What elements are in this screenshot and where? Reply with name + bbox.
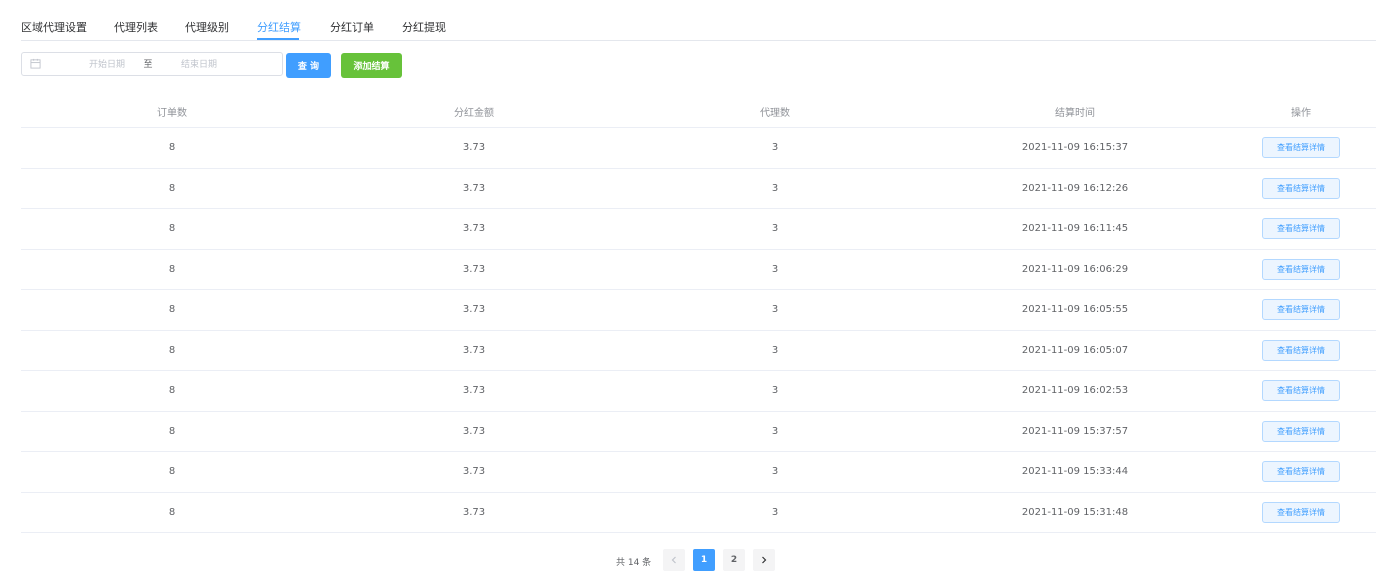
cell-agents: 3 (771, 223, 779, 234)
cell-agents: 3 (771, 344, 779, 356)
cell-agents: 3 (771, 304, 779, 315)
cell-orders: 8 (168, 142, 176, 153)
cell-time: 2021-11-09 16:12:26 (1021, 182, 1129, 194)
end-date-input[interactable]: 结束日期 (164, 57, 234, 70)
active-tab-indicator (257, 38, 299, 40)
cell-agents: 3 (771, 506, 779, 518)
pagination-next-button[interactable] (753, 549, 775, 571)
cell-amount: 3.73 (462, 344, 486, 356)
cell-orders: 8 (168, 223, 176, 234)
chevron-right-icon (762, 556, 767, 564)
table-body: 8 3.73 3 2021-11-09 16:15:37 查看结算详情 8 3.73 3 202… (21, 128, 1376, 533)
view-settlement-detail-button[interactable]: 查看结算详情 (1262, 420, 1340, 442)
table-row: 8 3.73 3 2021-11-09 15:31:48 查看结算详情 (21, 493, 1376, 533)
cell-orders: 8 (168, 182, 176, 194)
table-row: 8 3.73 3 2021-11-09 16:11:45 查看结算详情 (21, 209, 1376, 250)
cell-amount: 3.73 (462, 263, 486, 275)
tab-agent-list[interactable]: 代理列表 (114, 19, 158, 35)
cell-time: 2021-11-09 15:37:57 (1021, 425, 1129, 437)
cell-orders: 8 (168, 466, 176, 477)
table-row: 8 3.73 3 2021-11-09 15:37:57 查看结算详情 (21, 412, 1376, 452)
table-row: 8 3.73 3 2021-11-09 16:02:53 查看结算详情 (21, 371, 1376, 412)
view-settlement-detail-button[interactable]: 查看结算详情 (1262, 299, 1340, 320)
cell-agents: 3 (771, 142, 779, 153)
cell-amount: 3.73 (462, 506, 486, 518)
cell-amount: 3.73 (462, 304, 486, 315)
cell-orders: 8 (168, 263, 176, 275)
tab-region-agent-settings[interactable]: 区域代理设置 (21, 19, 87, 35)
cell-time: 2021-11-09 16:05:07 (1021, 344, 1129, 356)
table-row: 8 3.73 3 2021-11-09 16:12:26 查看结算详情 (21, 169, 1376, 209)
date-range-picker[interactable]: 开始日期 至 结束日期 (21, 52, 283, 76)
pagination-page-2[interactable]: 2 (723, 549, 745, 571)
cell-time: 2021-11-09 15:31:48 (1021, 506, 1129, 518)
cell-time: 2021-11-09 15:33:44 (1021, 466, 1129, 477)
view-settlement-detail-button[interactable]: 查看结算详情 (1262, 258, 1340, 280)
table-row: 8 3.73 3 2021-11-09 16:05:07 查看结算详情 (21, 331, 1376, 371)
cell-agents: 3 (771, 425, 779, 437)
pagination-prev-button[interactable] (663, 549, 685, 571)
tab-agent-level[interactable]: 代理级别 (185, 19, 229, 35)
view-settlement-detail-button[interactable]: 查看结算详情 (1262, 461, 1340, 482)
cell-time: 2021-11-09 16:15:37 (1021, 142, 1129, 153)
tab-dividend-withdrawal[interactable]: 分红提现 (402, 19, 446, 35)
cell-time: 2021-11-09 16:06:29 (1021, 263, 1129, 275)
cell-orders: 8 (168, 425, 176, 437)
view-settlement-detail-button[interactable]: 查看结算详情 (1262, 177, 1340, 199)
cell-amount: 3.73 (462, 182, 486, 194)
table-row: 8 3.73 3 2021-11-09 16:06:29 查看结算详情 (21, 250, 1376, 290)
cell-agents: 3 (771, 466, 779, 477)
add-settlement-button[interactable]: 添加结算 (341, 53, 402, 78)
view-settlement-detail-button[interactable]: 查看结算详情 (1262, 218, 1340, 239)
view-settlement-detail-button[interactable]: 查看结算详情 (1262, 501, 1340, 523)
column-header-agents: 代理数 (760, 108, 790, 119)
cell-amount: 3.73 (462, 142, 486, 153)
cell-time: 2021-11-09 16:11:45 (1021, 223, 1129, 234)
cell-orders: 8 (168, 344, 176, 356)
query-button[interactable]: 查 询 (286, 53, 331, 78)
cell-time: 2021-11-09 16:02:53 (1021, 385, 1129, 396)
chevron-left-icon (671, 556, 676, 564)
settlement-table: 订单数 分红金额 代理数 结算时间 操作 8 3.73 3 2021-11-09 16… (21, 91, 1376, 533)
table-row: 8 3.73 3 2021-11-09 16:15:37 查看结算详情 (21, 128, 1376, 169)
cell-orders: 8 (168, 304, 176, 315)
cell-amount: 3.73 (462, 466, 486, 477)
column-header-actions: 操作 (1291, 108, 1311, 119)
table-header: 订单数 分红金额 代理数 结算时间 操作 (21, 91, 1376, 128)
pagination-page-1[interactable]: 1 (693, 549, 715, 571)
view-settlement-detail-button[interactable]: 查看结算详情 (1262, 380, 1340, 401)
tab-dividend-settlement[interactable]: 分红结算 (257, 19, 301, 35)
view-settlement-detail-button[interactable]: 查看结算详情 (1262, 137, 1340, 158)
date-separator: 至 (143, 60, 153, 70)
cell-agents: 3 (771, 182, 779, 194)
column-header-amount: 分红金额 (454, 108, 494, 119)
view-settlement-detail-button[interactable]: 查看结算详情 (1262, 339, 1340, 361)
start-date-input[interactable]: 开始日期 (72, 57, 142, 70)
cell-amount: 3.73 (462, 425, 486, 437)
table-row: 8 3.73 3 2021-11-09 16:05:55 查看结算详情 (21, 290, 1376, 331)
cell-orders: 8 (168, 385, 176, 396)
table-row: 8 3.73 3 2021-11-09 15:33:44 查看结算详情 (21, 452, 1376, 493)
cell-amount: 3.73 (462, 223, 486, 234)
cell-time: 2021-11-09 16:05:55 (1021, 304, 1129, 315)
tab-dividend-orders[interactable]: 分红订单 (330, 19, 374, 35)
column-header-time: 结算时间 (1055, 108, 1095, 119)
calendar-icon (30, 58, 41, 69)
cell-agents: 3 (771, 385, 779, 396)
tab-bar: 区域代理设置 代理列表 代理级别 分红结算 分红订单 分红提现 (21, 0, 1376, 41)
cell-agents: 3 (771, 263, 779, 275)
cell-orders: 8 (168, 506, 176, 518)
cell-amount: 3.73 (462, 385, 486, 396)
column-header-orders: 订单数 (157, 108, 187, 119)
pagination-total: 共 14 条 (616, 558, 652, 568)
